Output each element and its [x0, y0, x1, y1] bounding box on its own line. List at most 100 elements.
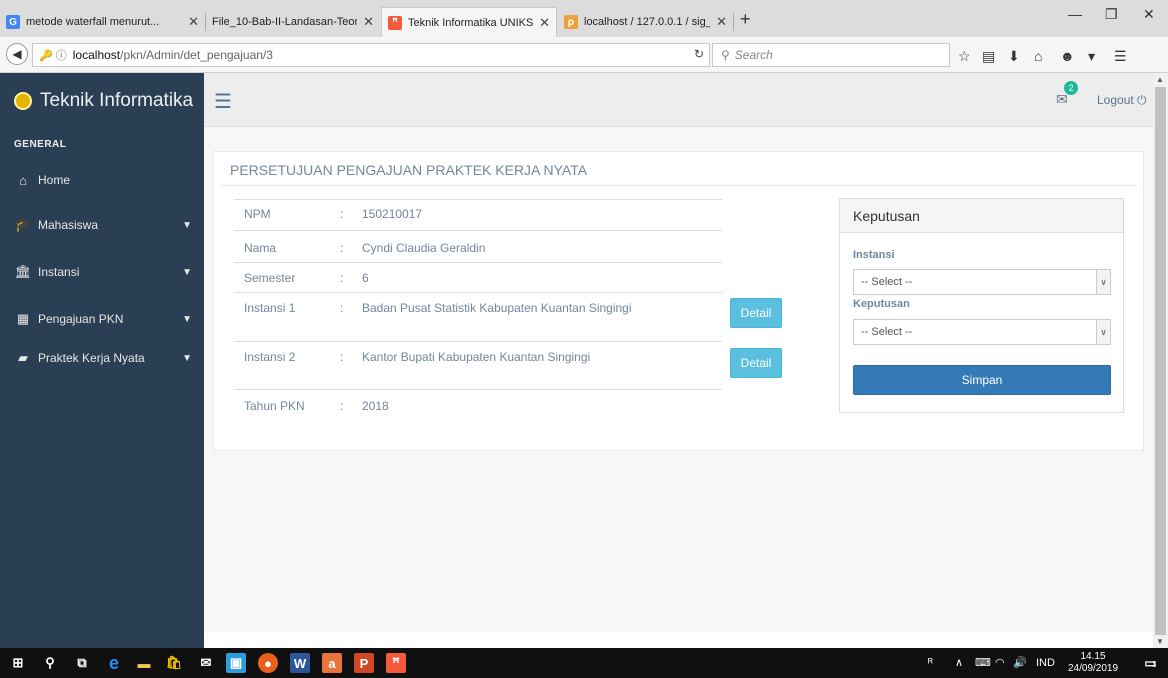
scrollbar-thumb[interactable]: [1155, 87, 1166, 635]
close-icon[interactable]: ✕: [539, 15, 550, 31]
wifi-icon[interactable]: ◠: [995, 656, 1005, 669]
url-bar[interactable]: 🔑 ⓘ localhost /pkn/Admin/det_pengajuan/3: [32, 43, 710, 67]
row-colon: :: [340, 241, 344, 255]
close-icon[interactable]: ✕: [188, 14, 199, 30]
sidebar-item-label: Home: [38, 173, 71, 187]
sidebar-item-label: Pengajuan PKN: [38, 312, 124, 326]
app-icon[interactable]: ▣: [226, 653, 246, 673]
pocket-icon[interactable]: ▾: [1088, 48, 1095, 65]
sidebar-item-pengajuan-pkn[interactable]: ▦ Pengajuan PKN ▼: [0, 304, 204, 334]
keyboard-icon[interactable]: ⌨: [975, 656, 991, 669]
sidebar-item-label: Instansi: [38, 265, 80, 279]
row-value: Cyndi Claudia Geraldin: [362, 241, 486, 255]
reading-list-icon[interactable]: ▤: [982, 48, 995, 65]
store-icon[interactable]: 🛍: [164, 653, 184, 673]
detail-button-instansi-1[interactable]: Detail: [730, 298, 782, 328]
logo-icon: [14, 92, 32, 110]
approval-panel: PERSETUJUAN PENGAJUAN PRAKTEK KERJA NYAT…: [213, 151, 1144, 451]
minimize-icon[interactable]: —: [1068, 6, 1082, 22]
tab-title: Teknik Informatika UNIKS |: [408, 16, 534, 29]
menu-icon[interactable]: ☰: [1114, 48, 1127, 65]
institution-icon: 🏛: [14, 264, 32, 279]
brand-title: Teknik Informatika: [40, 90, 194, 111]
search-placeholder: Search: [734, 48, 773, 62]
close-icon[interactable]: ✕: [716, 14, 727, 30]
notification-count: 3: [1152, 660, 1157, 669]
translator-icon[interactable]: a: [322, 653, 342, 673]
search-icon[interactable]: ⚲: [40, 653, 60, 673]
tab-title: metode waterfall menurut...: [26, 16, 160, 28]
row-label: Nama: [244, 241, 277, 255]
home-browser-icon[interactable]: ⌂: [1034, 48, 1042, 64]
clock[interactable]: 14.15 24/09/2019: [1068, 651, 1118, 675]
scroll-up-icon[interactable]: ▲: [1156, 75, 1164, 84]
instansi-label: Instansi: [853, 249, 895, 261]
restore-icon[interactable]: ❐: [1105, 6, 1118, 23]
word-icon[interactable]: W: [290, 653, 310, 673]
xampp-icon: ꟸ: [388, 15, 402, 30]
reload-icon[interactable]: ↻: [694, 47, 704, 61]
logout-link[interactable]: Logout ⏻: [1097, 93, 1147, 108]
decision-title: Keputusan: [840, 199, 1123, 233]
sidebar-item-instansi[interactable]: 🏛 Instansi ▼: [0, 257, 204, 287]
back-button[interactable]: ◀: [6, 43, 28, 65]
row-colon: :: [340, 207, 344, 221]
home-icon: ⌂: [19, 172, 27, 188]
logout-label: Logout: [1097, 93, 1134, 107]
detail-button-instansi-2[interactable]: Detail: [730, 348, 782, 378]
divider: [234, 199, 722, 200]
sidebar-item-praktek-kerja-nyata[interactable]: ▰ Praktek Kerja Nyata ▼: [0, 343, 204, 373]
edge-icon[interactable]: e: [104, 653, 124, 673]
emoji-icon[interactable]: ☻: [1060, 48, 1075, 64]
tray-chevron-icon[interactable]: ∧: [955, 656, 963, 669]
browser-tab-active[interactable]: ꟸ Teknik Informatika UNIKS | ✕: [381, 7, 557, 37]
sidebar-item-mahasiswa[interactable]: 🎓 Mahasiswa ▼: [0, 210, 204, 240]
download-icon[interactable]: ⬇: [1008, 48, 1020, 65]
divider: [234, 262, 722, 263]
volume-icon[interactable]: 🔊: [1013, 656, 1027, 669]
chevron-down-icon: ▼: [182, 313, 192, 325]
window-close-icon[interactable]: ✕: [1143, 6, 1155, 23]
windows-taskbar: ⊞ ⚲ ⧉ e ▬ 🛍 ✉ ▣ ● W a P ꟸ ᴿ ∧ ⌨ ◠ 🔊 IND …: [0, 648, 1168, 678]
simpan-button[interactable]: Simpan: [853, 365, 1111, 395]
select-value: -- Select --: [861, 276, 913, 288]
people-icon[interactable]: ᴿ: [928, 657, 933, 669]
row-value: 6: [362, 271, 369, 285]
browser-tab[interactable]: File_10-Bab-II-Landasan-Teori... ✕: [206, 7, 380, 37]
instansi-select[interactable]: -- Select -- ∨: [853, 269, 1111, 295]
task-view-icon[interactable]: ⧉: [72, 653, 92, 673]
windows-start-icon[interactable]: ⊞: [8, 653, 28, 673]
sidebar-item-label: Praktek Kerja Nyata: [38, 351, 145, 365]
brand[interactable]: Teknik Informatika: [0, 73, 204, 129]
xampp-icon[interactable]: ꟸ: [386, 653, 406, 673]
browser-tab[interactable]: G metode waterfall menurut... ✕: [0, 7, 205, 37]
row-colon: :: [340, 350, 344, 364]
close-icon[interactable]: ✕: [363, 14, 374, 30]
row-label: Instansi 2: [244, 350, 296, 364]
mail-icon[interactable]: ✉: [196, 653, 216, 673]
top-nav: ☰ ✉ 2 Logout ⏻: [204, 73, 1153, 127]
page-scrollbar[interactable]: ▲ ▼: [1153, 73, 1168, 648]
notification-center-icon[interactable]: ▭: [1140, 653, 1160, 673]
browser-tab[interactable]: ρ localhost / 127.0.0.1 / sig_... ✕: [558, 7, 733, 37]
row-colon: :: [340, 301, 344, 315]
firefox-icon[interactable]: ●: [258, 653, 278, 673]
row-label: Semester: [244, 271, 296, 285]
sidebar-item-home[interactable]: ⌂ Home: [0, 165, 204, 195]
search-input[interactable]: ⚲ Search: [712, 43, 950, 67]
scroll-down-icon[interactable]: ▼: [1156, 637, 1164, 646]
sidebar: Teknik Informatika GENERAL ⌂ Home 🎓 Maha…: [0, 73, 204, 648]
graduation-cap-icon: 🎓: [14, 217, 32, 232]
menu-toggle-icon[interactable]: ☰: [214, 89, 232, 114]
calendar-icon: ▦: [16, 311, 30, 326]
row-value: Badan Pusat Statistik Kabupaten Kuantan …: [362, 301, 632, 315]
info-icon[interactable]: 🔑 ⓘ: [39, 47, 67, 63]
file-explorer-icon[interactable]: ▬: [134, 653, 154, 673]
bookmark-star-icon[interactable]: ☆: [958, 48, 971, 65]
url-host: localhost: [72, 48, 121, 62]
language-indicator[interactable]: IND: [1036, 657, 1055, 669]
powerpoint-icon[interactable]: P: [354, 653, 374, 673]
notification-badge: 2: [1064, 81, 1078, 95]
keputusan-select[interactable]: -- Select -- ∨: [853, 319, 1111, 345]
new-tab-button[interactable]: +: [740, 9, 751, 30]
